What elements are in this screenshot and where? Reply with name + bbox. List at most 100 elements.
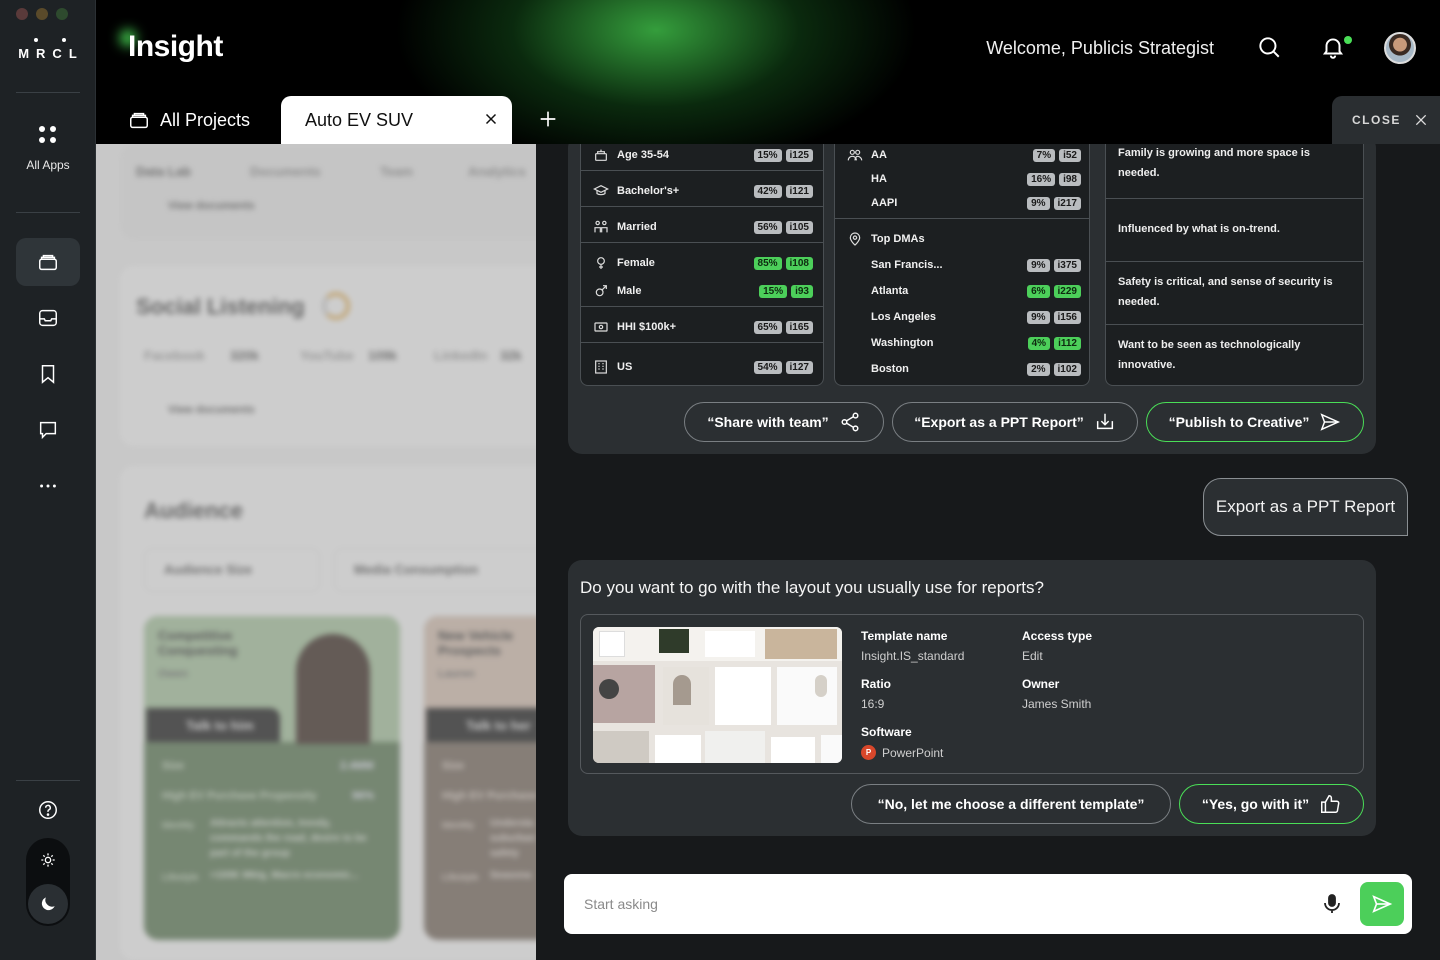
bell-icon[interactable] <box>1320 34 1346 60</box>
add-tab-icon[interactable] <box>537 108 559 130</box>
all-apps-button[interactable]: All Apps <box>0 126 96 172</box>
yes-go-with-it-button[interactable]: “Yes, go with it” <box>1179 784 1364 824</box>
window-controls <box>16 8 68 20</box>
insights-card: Family is growing and more space is need… <box>1105 144 1364 386</box>
demo-index-badge: i121 <box>785 184 813 198</box>
dark-mode-button[interactable] <box>28 884 68 924</box>
chat-icon <box>39 421 57 440</box>
light-mode-button[interactable] <box>26 848 70 872</box>
field-label: Owner <box>1022 677 1060 691</box>
template-preview-image <box>593 627 842 763</box>
insight-text: Want to be seen as technologically innov… <box>1118 339 1301 371</box>
button-label: “No, let me choose a different template” <box>877 796 1145 812</box>
theme-toggle[interactable] <box>26 838 70 926</box>
age-icon <box>593 147 609 163</box>
inbox-icon <box>39 309 57 327</box>
chat-input-bar <box>564 874 1412 934</box>
sidebar-item-more[interactable] <box>16 462 80 510</box>
ethnicity-dma-card: AA 7% i52 HA 16% i98 AAPI 9% i217 Top DM… <box>834 144 1090 386</box>
logo[interactable]: MRCL <box>0 38 96 61</box>
demo-index-badge: i93 <box>791 284 813 298</box>
building-icon <box>593 359 609 375</box>
user-message: Export as a PPT Report <box>1203 478 1408 536</box>
chat-input[interactable] <box>584 896 1284 912</box>
sidebar-item-chat[interactable] <box>16 406 80 454</box>
demo-row: Married 56% i105 <box>581 217 823 237</box>
field-value: Edit <box>1022 649 1043 663</box>
ethnicity-pct-badge: 16% <box>1027 172 1056 186</box>
tab-auto-ev-suv[interactable]: Auto EV SUV <box>281 96 512 144</box>
background-page: Data Lab Documents Team Analytics View d… <box>96 144 536 960</box>
logo-text: MRCL <box>18 46 84 61</box>
welcome-text: Welcome, Publicis Strategist <box>986 38 1214 58</box>
window-close-dot[interactable] <box>16 8 28 20</box>
software-field: Software P PowerPoint <box>861 725 943 760</box>
send-button[interactable] <box>1360 882 1404 926</box>
choose-different-template-button[interactable]: “No, let me choose a different template” <box>851 784 1171 824</box>
publish-to-creative-button[interactable]: “Publish to Creative” <box>1146 402 1364 442</box>
button-label: “Export as a PPT Report” <box>914 414 1084 430</box>
demo-label: Male <box>617 285 642 297</box>
family-icon <box>593 219 609 235</box>
brand-title[interactable]: Insight <box>128 30 223 64</box>
ethnicity-row: AAPI 9% i217 <box>835 193 1089 213</box>
tab-label: Auto EV SUV <box>305 109 414 130</box>
insight-text: Influenced by what is on-trend. <box>1118 223 1280 235</box>
ethnicity-index-badge: i98 <box>1059 172 1081 186</box>
demo-row: Female 85% i108 <box>581 253 823 273</box>
window-maximize-dot[interactable] <box>56 8 68 20</box>
button-label: “Yes, go with it” <box>1201 796 1310 812</box>
demo-row: US 54% i127 <box>581 357 823 377</box>
dma-index-badge: i102 <box>1053 362 1081 376</box>
user-message-text: Export as a PPT Report <box>1215 497 1396 516</box>
ethnicity-pct-badge: 9% <box>1027 196 1050 210</box>
demographics-card: Age 35-54 15% i125 Bachelor's+ 42% i121 … <box>580 144 824 386</box>
close-panel-button[interactable]: CLOSE <box>1332 96 1440 144</box>
bookmark-icon <box>41 365 55 384</box>
dma-label: Washington <box>871 337 934 349</box>
male-icon <box>593 283 609 299</box>
divider <box>16 92 80 93</box>
more-icon <box>40 484 56 488</box>
divider <box>16 212 80 213</box>
demo-label: US <box>617 361 633 373</box>
send-icon <box>1372 895 1393 913</box>
sidebar-item-inbox[interactable] <box>16 294 80 342</box>
dma-label: Boston <box>871 363 909 375</box>
demo-index-badge: i127 <box>785 360 813 374</box>
download-icon <box>1096 413 1113 430</box>
share-icon <box>841 412 859 432</box>
ethnicity-label: HA <box>871 173 887 185</box>
divider <box>16 780 80 781</box>
microphone-icon[interactable] <box>1320 892 1344 916</box>
dma-index-badge: i229 <box>1053 284 1081 298</box>
demo-index-badge: i125 <box>785 148 813 162</box>
help-button[interactable] <box>16 786 80 834</box>
dma-row: Los Angeles 9% i156 <box>835 307 1089 327</box>
tab-all-projects[interactable]: All Projects <box>128 96 250 144</box>
search-icon[interactable] <box>1256 34 1282 60</box>
projects-icon <box>130 112 148 129</box>
window-minimize-dot[interactable] <box>36 8 48 20</box>
dma-pct-badge: 9% <box>1027 310 1050 324</box>
close-tab-icon[interactable] <box>482 110 500 128</box>
avatar[interactable] <box>1384 32 1416 64</box>
female-icon <box>593 255 609 271</box>
money-icon <box>593 319 609 335</box>
field-label: Software <box>861 725 912 739</box>
thumbs-up-icon <box>1321 795 1340 813</box>
sidebar-item-projects[interactable] <box>16 238 80 286</box>
moon-icon <box>41 897 55 911</box>
field-value: James Smith <box>1022 697 1092 711</box>
share-with-team-button[interactable]: “Share with team” <box>684 402 884 442</box>
dma-pct-badge: 4% <box>1027 336 1051 350</box>
demo-pct-badge: 15% <box>759 284 788 298</box>
template-card[interactable]: Template name Insight.IS_standard Access… <box>580 614 1364 774</box>
field-label: Template name <box>861 629 948 643</box>
export-ppt-button[interactable]: “Export as a PPT Report” <box>892 402 1138 442</box>
dma-row: Atlanta 6% i229 <box>835 281 1089 301</box>
dma-row: Boston 2% i102 <box>835 359 1089 379</box>
dma-pct-badge: 9% <box>1027 258 1050 272</box>
sidebar-item-bookmarks[interactable] <box>16 350 80 398</box>
template-question-message: Do you want to go with the layout you us… <box>568 560 1376 836</box>
